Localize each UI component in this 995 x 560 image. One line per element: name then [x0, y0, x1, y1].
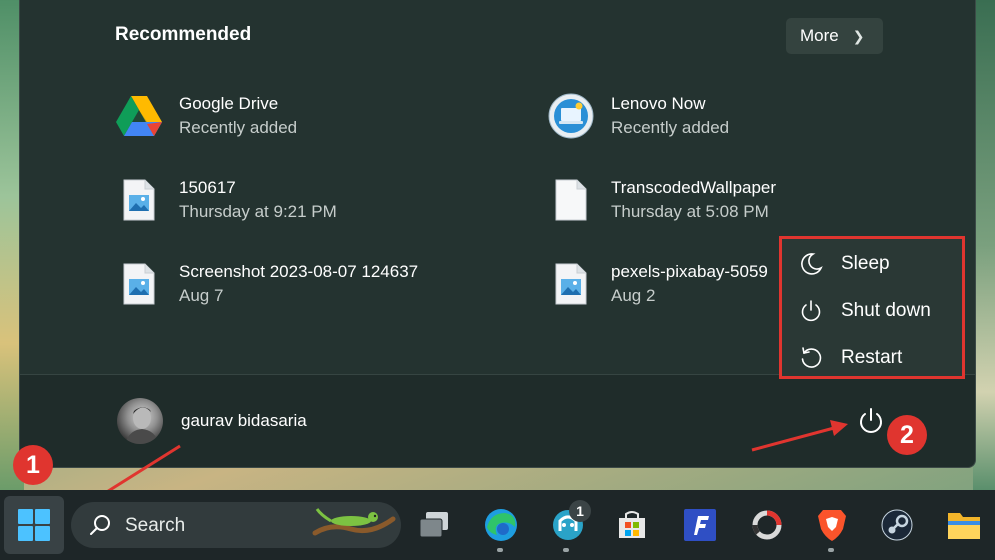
taskbar-search-box[interactable]: Search: [71, 502, 401, 548]
annotation-arrows: [64, 420, 848, 518]
notification-count-badge: 1: [569, 500, 591, 522]
edge-button[interactable]: [481, 505, 521, 545]
app-f-button[interactable]: [680, 505, 720, 545]
file-explorer-button[interactable]: [944, 505, 984, 545]
app-ring-icon: [752, 510, 782, 540]
steam-button[interactable]: [877, 505, 917, 545]
copilot-running-indicator: [563, 548, 569, 552]
windows-start-icon: [18, 509, 50, 541]
file-explorer-icon: [948, 513, 980, 539]
brave-button[interactable]: [812, 505, 852, 545]
annotation-badge-1: 1: [13, 445, 53, 485]
store-button[interactable]: [612, 505, 652, 545]
edge-icon: [485, 509, 517, 541]
search-icon: [90, 515, 110, 535]
app-f-icon: [684, 509, 716, 541]
store-icon: [619, 511, 645, 538]
brave-icon: [818, 510, 846, 541]
annotation-badge-2: 2: [887, 415, 927, 455]
start-button[interactable]: [4, 496, 64, 554]
app-ring-button[interactable]: [747, 505, 787, 545]
edge-running-indicator: [497, 548, 503, 552]
brave-running-indicator: [828, 548, 834, 552]
steam-icon: [881, 509, 913, 541]
task-view-icon: [419, 512, 448, 538]
search-label: Search: [125, 515, 186, 536]
lizard-search-highlight-icon: [312, 508, 396, 536]
task-view-button[interactable]: [415, 505, 455, 545]
